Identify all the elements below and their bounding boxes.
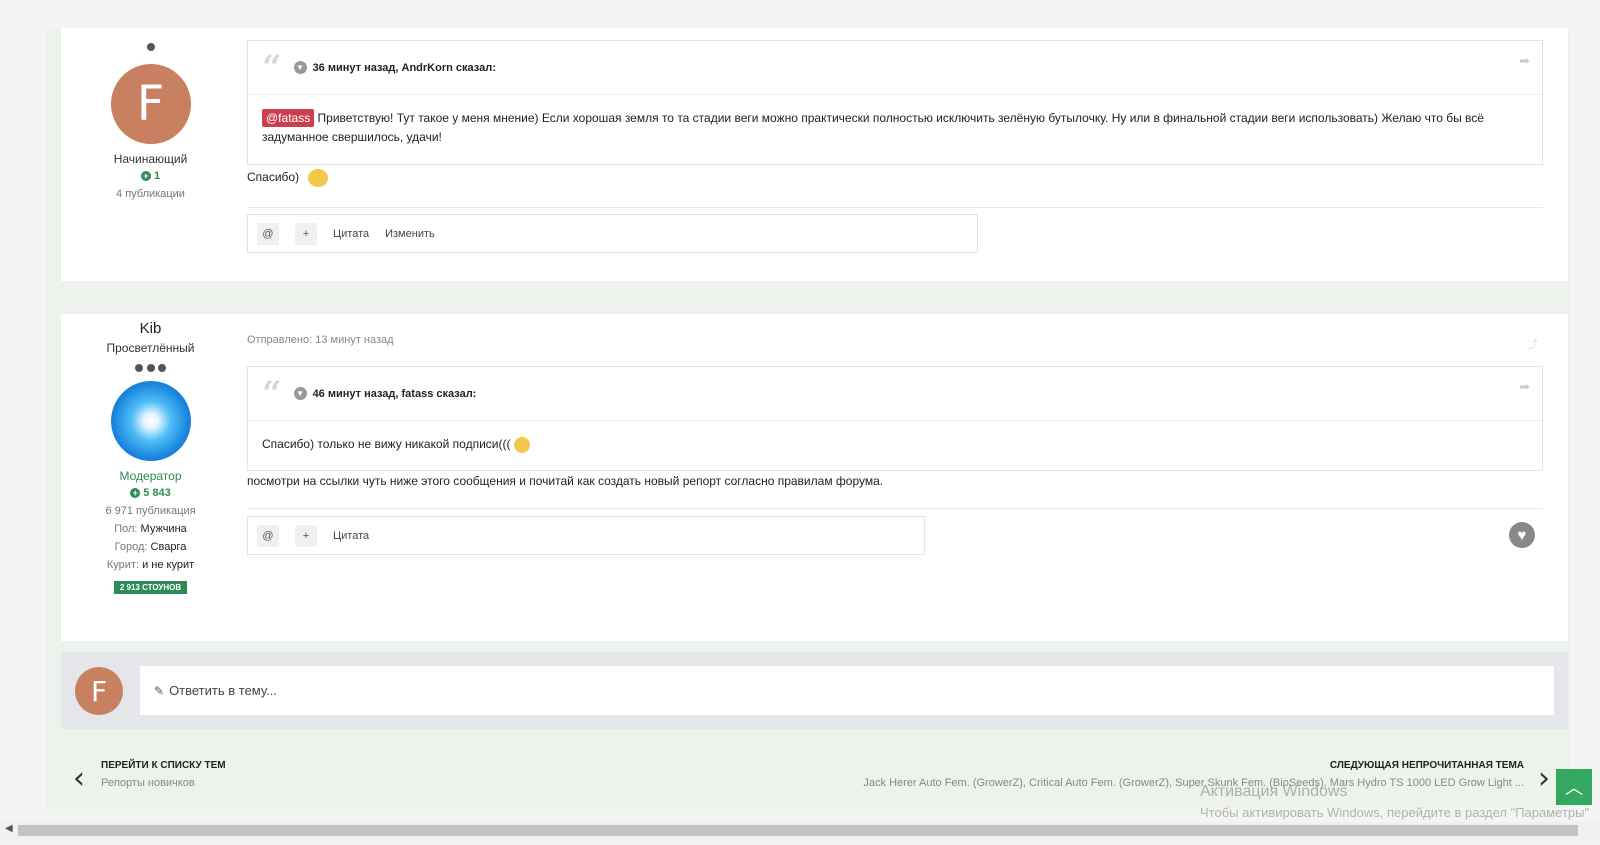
avatar: F (75, 667, 123, 715)
posts-count: 6 971 публикация (105, 505, 196, 517)
reply-box: F ✎ Ответить в тему... (61, 652, 1568, 729)
reply-placeholder: Ответить в тему... (169, 683, 277, 698)
scroll-left-icon[interactable]: ◀ (5, 823, 13, 834)
rank-title: Просветлённый (106, 341, 195, 355)
quote-header: “ ▼ 36 минут назад, AndrKorn сказал: (248, 41, 1542, 95)
avatar-letter: F (90, 674, 108, 708)
chevron-right-icon: › (1538, 761, 1550, 796)
smoke-field: Курит: и не курит (61, 559, 240, 571)
share-icon[interactable]: ⤴ (1527, 336, 1538, 352)
rank-title: Начинающий (113, 152, 188, 166)
post-kib: Kib Просветлённый Модератор +5 843 6 971… (61, 314, 1568, 641)
share-icon[interactable]: ➦ (1519, 53, 1530, 69)
post-actions: @ + Цитата (247, 516, 925, 555)
post-text-content: Спасибо) (247, 170, 300, 185)
quote-content: Спасибо) только не вижу никакой подписи(… (248, 421, 1542, 468)
plus-icon[interactable]: + (295, 222, 317, 245)
post-timestamp[interactable]: Отправлено: 13 минут назад (247, 334, 394, 346)
quote-block: “ ▼ 36 минут назад, AndrKorn сказал: ➦ @… (247, 40, 1543, 165)
quote-block: “ ▼ 46 минут назад, fatass сказал: ➦ Спа… (247, 366, 1543, 471)
chevron-down-icon[interactable]: ▼ (293, 61, 307, 74)
windows-activation-title: Активация Windows (1200, 783, 1348, 800)
post-body: Отправлено: 13 минут назад ⤴ “ ▼ 46 мину… (240, 314, 1568, 641)
reputation-count[interactable]: +1 (61, 170, 240, 182)
chevron-left-icon: ‹ (73, 761, 85, 796)
divider (247, 508, 1543, 509)
plus-icon[interactable]: + (295, 524, 317, 547)
scrollbar-thumb[interactable] (18, 825, 1578, 836)
prev-topic-sub: Репорты новичков (101, 777, 195, 789)
quote-icon: “ (262, 373, 282, 414)
quote-icon: “ (262, 47, 282, 88)
plus-icon: + (130, 488, 141, 498)
quote-citation: 46 минут назад, fatass сказал: (312, 387, 477, 400)
city-label: Город: (114, 541, 148, 553)
quote-text: Спасибо) только не вижу никакой подписи(… (262, 437, 511, 451)
rank-dot-icon (146, 43, 155, 51)
at-icon[interactable]: @ (257, 222, 279, 245)
quote-content: @fatass Приветствую! Тут такое у меня мн… (248, 95, 1542, 161)
smoke-value: и не курит (142, 559, 195, 571)
divider (247, 207, 1543, 208)
quote-text: Приветствую! Тут такое у меня мнение) Ес… (262, 111, 1484, 144)
group-title: Модератор (119, 469, 182, 483)
rank-dot-icon (135, 364, 144, 372)
user-mention[interactable]: @fatass (262, 109, 315, 127)
posts-count: 4 публикации (116, 188, 185, 200)
quote-citation: 36 минут назад, AndrKorn сказал: (312, 61, 496, 74)
gender-field: Пол: Мужчина (61, 523, 240, 535)
next-topic-sub: Jack Herer Auto Fem. (GrowerZ), Critical… (863, 777, 1524, 789)
emoji-icon (513, 436, 530, 453)
chevron-up-icon: ︿ (1565, 778, 1583, 798)
chevron-down-icon[interactable]: ▼ (293, 387, 307, 400)
quote-header: “ ▼ 46 минут назад, fatass сказал: (248, 367, 1542, 421)
reputation-value: 5 843 (143, 487, 171, 499)
windows-activation-text: Чтобы активировать Windows, перейдите в … (1200, 805, 1590, 820)
avatar[interactable]: F (110, 64, 191, 144)
post-body: “ ▼ 36 минут назад, AndrKorn сказал: ➦ @… (240, 28, 1568, 281)
at-icon[interactable]: @ (257, 524, 279, 547)
post-fatass: F Начинающий +1 4 публикации “ ▼ 36 мину… (61, 28, 1568, 281)
city-field: Город: Сварга (61, 541, 240, 553)
reply-input[interactable]: ✎ Ответить в тему... (140, 666, 1554, 715)
next-topic-title: СЛЕДУЮЩАЯ НЕПРОЧИТАННАЯ ТЕМА (1329, 760, 1524, 771)
quote-button[interactable]: Цитата (333, 228, 369, 240)
rank-dot-icon (157, 364, 166, 372)
post-actions: @ + Цитата Изменить (247, 214, 978, 253)
prev-topic-title: ПЕРЕЙТИ К СПИСКУ ТЕМ (101, 760, 226, 771)
avatar-letter: F (136, 76, 165, 132)
gender-value: Мужчина (140, 523, 187, 535)
rank-dots (61, 361, 240, 375)
horizontal-scrollbar[interactable]: ◀ (0, 822, 1600, 839)
post-author-panel: Kib Просветлённый Модератор +5 843 6 971… (61, 314, 240, 641)
next-topic-link[interactable]: СЛЕДУЮЩАЯ НЕПРОЧИТАННАЯ ТЕМА Jack Herer … (830, 760, 1550, 800)
share-icon[interactable]: ➦ (1519, 379, 1530, 395)
username[interactable]: Kib (61, 314, 240, 337)
post-text: Спасибо) (247, 169, 329, 187)
reputation-count[interactable]: +5 843 (61, 487, 240, 499)
stones-badge: 2 913 СТОУНОВ (113, 581, 188, 594)
post-author-panel: F Начинающий +1 4 публикации (61, 28, 240, 281)
rank-dot-icon (146, 364, 155, 372)
forum-page: F Начинающий +1 4 публикации “ ▼ 36 мину… (0, 0, 1600, 845)
pencil-icon: ✎ (154, 683, 165, 698)
city-value: Сварга (150, 541, 187, 553)
heart-icon[interactable]: ♥ (1509, 522, 1535, 548)
avatar[interactable] (110, 381, 191, 461)
quote-button[interactable]: Цитата (333, 530, 369, 542)
reputation-value: 1 (153, 170, 161, 182)
smoke-label: Курит: (106, 559, 139, 571)
edit-button[interactable]: Изменить (385, 228, 435, 240)
plus-icon: + (140, 171, 151, 181)
scroll-to-top-button[interactable]: ︿ (1556, 769, 1592, 805)
post-text: посмотри на ссылки чуть ниже этого сообщ… (247, 474, 884, 488)
gender-label: Пол: (114, 523, 138, 535)
emoji-icon (308, 169, 329, 187)
